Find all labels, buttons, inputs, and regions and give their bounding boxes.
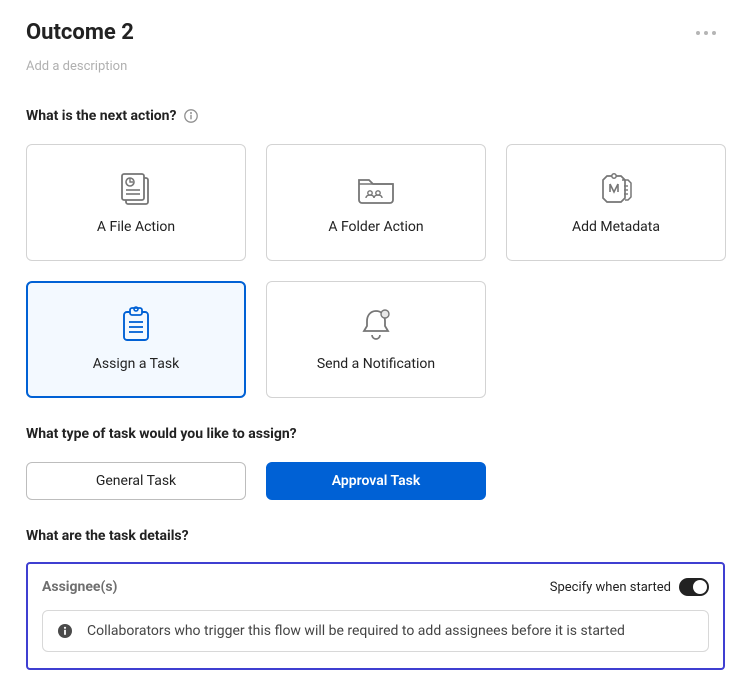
action-label-task: Assign a Task xyxy=(93,356,179,372)
action-card-assign-task[interactable]: Assign a Task xyxy=(26,281,246,398)
action-card-folder[interactable]: A Folder Action xyxy=(266,144,486,261)
task-details-panel: Assignee(s) Specify when started Collabo… xyxy=(26,562,725,670)
info-icon xyxy=(57,623,73,639)
tasktype-general-button[interactable]: General Task xyxy=(26,462,246,500)
next-action-label: What is the next action? xyxy=(26,108,725,124)
info-icon[interactable] xyxy=(183,108,199,124)
assign-task-icon xyxy=(119,308,153,342)
action-label-file: A File Action xyxy=(97,219,175,235)
task-type-label: What type of task would you like to assi… xyxy=(26,426,725,442)
notification-icon xyxy=(359,308,393,342)
assignee-label: Assignee(s) xyxy=(42,579,117,595)
task-details-label: What are the task details? xyxy=(26,528,725,544)
action-card-notification[interactable]: Send a Notification xyxy=(266,281,486,398)
assignee-info-text: Collaborators who trigger this flow will… xyxy=(87,623,625,639)
page-title: Outcome 2 xyxy=(26,20,134,45)
description-input[interactable]: Add a description xyxy=(26,59,725,74)
action-card-file[interactable]: A File Action xyxy=(26,144,246,261)
specify-when-started-label: Specify when started xyxy=(550,580,671,595)
metadata-icon xyxy=(596,171,636,205)
folder-action-icon xyxy=(356,171,396,205)
action-label-notify: Send a Notification xyxy=(317,356,435,372)
next-action-text: What is the next action? xyxy=(26,108,177,124)
tasktype-approval-button[interactable]: Approval Task xyxy=(266,462,486,500)
more-menu-button[interactable] xyxy=(687,26,725,40)
assignee-info-banner: Collaborators who trigger this flow will… xyxy=(42,610,709,652)
file-action-icon xyxy=(117,171,155,205)
action-label-metadata: Add Metadata xyxy=(572,219,660,235)
action-label-folder: A Folder Action xyxy=(328,219,423,235)
specify-when-started-toggle[interactable] xyxy=(679,578,709,596)
action-card-metadata[interactable]: Add Metadata xyxy=(506,144,726,261)
